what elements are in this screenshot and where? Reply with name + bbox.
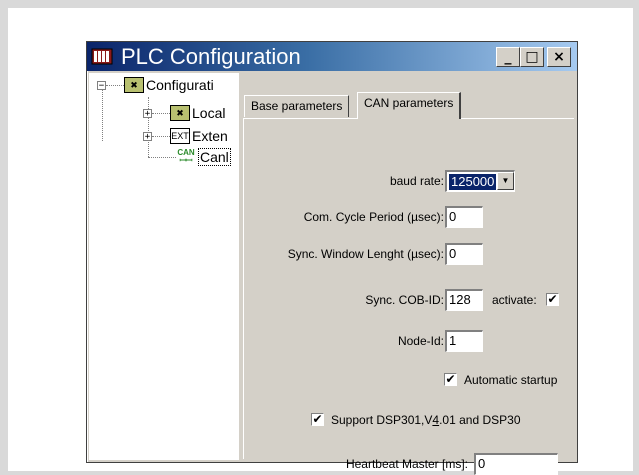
maximize-button[interactable]: □ bbox=[520, 47, 544, 67]
sync-cob-id-label: Sync. COB-ID: bbox=[365, 293, 444, 307]
tree-dots bbox=[152, 135, 170, 137]
tree-item-can-master[interactable]: CAN ꟷꟷ Canl bbox=[148, 147, 231, 167]
activate-checkbox[interactable]: ✔ bbox=[546, 293, 559, 306]
configuration-tree[interactable]: − ✖ Configurati + ✖ Local + EXT Exten CA… bbox=[89, 73, 239, 460]
tree-item-label: Configurati bbox=[146, 77, 214, 93]
local-module-icon: ✖ bbox=[170, 105, 190, 121]
tree-item-extension[interactable]: + EXT Exten bbox=[143, 126, 228, 146]
tree-dots bbox=[106, 84, 124, 86]
tree-dots bbox=[152, 112, 170, 114]
node-id-label: Node-Id: bbox=[397, 334, 444, 348]
tree-item-label: Canl bbox=[198, 148, 231, 166]
maximize-icon: □ bbox=[525, 49, 539, 65]
configuration-icon: ✖ bbox=[124, 77, 144, 93]
tree-dots bbox=[148, 156, 176, 158]
heartbeat-master-label: Heartbeat Master [ms]: bbox=[345, 457, 468, 471]
can-master-icon: CAN ꟷꟷ bbox=[176, 148, 196, 165]
page-frame: PLC Configuration _ □ × − ✖ Configurati … bbox=[8, 8, 633, 475]
tab-can-parameters[interactable]: CAN parameters bbox=[357, 92, 462, 119]
parameters-panel: Base parameters CAN parameters baud rate… bbox=[239, 73, 575, 475]
com-cycle-input[interactable]: 0 bbox=[445, 206, 483, 228]
tree-item-local[interactable]: + ✖ Local bbox=[143, 103, 225, 123]
activate-label: activate: bbox=[492, 293, 537, 307]
node-id-input[interactable]: 1 bbox=[445, 330, 483, 352]
tab-base-parameters[interactable]: Base parameters bbox=[244, 95, 350, 117]
support-dsp-label: Support DSP301,V4.01 and DSP30 bbox=[331, 413, 521, 427]
collapse-icon[interactable]: − bbox=[97, 80, 106, 90]
baud-rate-select[interactable]: 125000 ▼ bbox=[445, 170, 515, 192]
chevron-down-icon[interactable]: ▼ bbox=[497, 172, 514, 190]
baud-rate-value: 125000 bbox=[449, 174, 497, 190]
tree-item-label: Local bbox=[192, 105, 226, 121]
baud-rate-label: baud rate: bbox=[389, 174, 444, 188]
tree-item-label: Exten bbox=[192, 128, 228, 144]
sync-cob-id-input[interactable]: 128 bbox=[445, 289, 483, 311]
title-bar[interactable]: PLC Configuration _ □ × bbox=[87, 42, 577, 71]
support-dsp-checkbox[interactable]: ✔ bbox=[311, 413, 324, 426]
expand-icon[interactable]: + bbox=[143, 131, 152, 141]
ext-module-icon: EXT bbox=[170, 128, 190, 144]
automatic-startup-checkbox[interactable]: ✔ bbox=[444, 373, 457, 386]
sync-window-input[interactable]: 0 bbox=[445, 243, 483, 265]
close-icon: × bbox=[553, 49, 565, 65]
com-cycle-label: Com. Cycle Period (µsec): bbox=[303, 210, 444, 224]
minimize-icon: _ bbox=[504, 49, 512, 65]
plc-configuration-window: PLC Configuration _ □ × − ✖ Configurati … bbox=[86, 41, 578, 475]
plc-app-icon bbox=[91, 48, 113, 65]
window-title: PLC Configuration bbox=[121, 44, 301, 69]
tree-item-configuration[interactable]: − ✖ Configurati bbox=[97, 75, 214, 95]
window-controls: _ □ × bbox=[496, 47, 571, 67]
automatic-startup-label: Automatic startup bbox=[464, 373, 558, 387]
can-parameters-page: baud rate: 125000 ▼ Com. Cycle Period (µ… bbox=[243, 118, 574, 475]
close-button[interactable]: × bbox=[547, 47, 571, 67]
minimize-button[interactable]: _ bbox=[496, 47, 520, 67]
expand-icon[interactable]: + bbox=[143, 108, 152, 118]
sync-window-label: Sync. Window Lenght (µsec): bbox=[287, 247, 444, 261]
heartbeat-master-input[interactable]: 0 bbox=[474, 453, 558, 475]
